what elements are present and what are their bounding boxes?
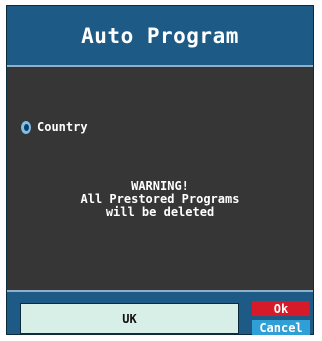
country-select[interactable]: UK [20, 303, 239, 334]
cancel-button[interactable]: Cancel [252, 320, 310, 335]
dialog-body: Country WARNING! All Prestored Programs … [7, 67, 313, 290]
title-bar: Auto Program [7, 6, 313, 67]
country-value: UK [122, 311, 137, 326]
dialog-footer: UK Ok Cancel [7, 290, 313, 335]
dialog-title: Auto Program [81, 23, 239, 48]
ok-button[interactable]: Ok [252, 301, 310, 316]
country-option[interactable]: Country [21, 120, 88, 134]
warning-line-2: will be deleted [105, 205, 215, 219]
warning-message: WARNING! All Prestored Programs will be … [7, 180, 313, 219]
country-option-label: Country [37, 120, 88, 134]
auto-program-dialog: Auto Program Country WARNING! All Presto… [6, 5, 314, 335]
radio-selected-icon[interactable] [21, 120, 31, 134]
